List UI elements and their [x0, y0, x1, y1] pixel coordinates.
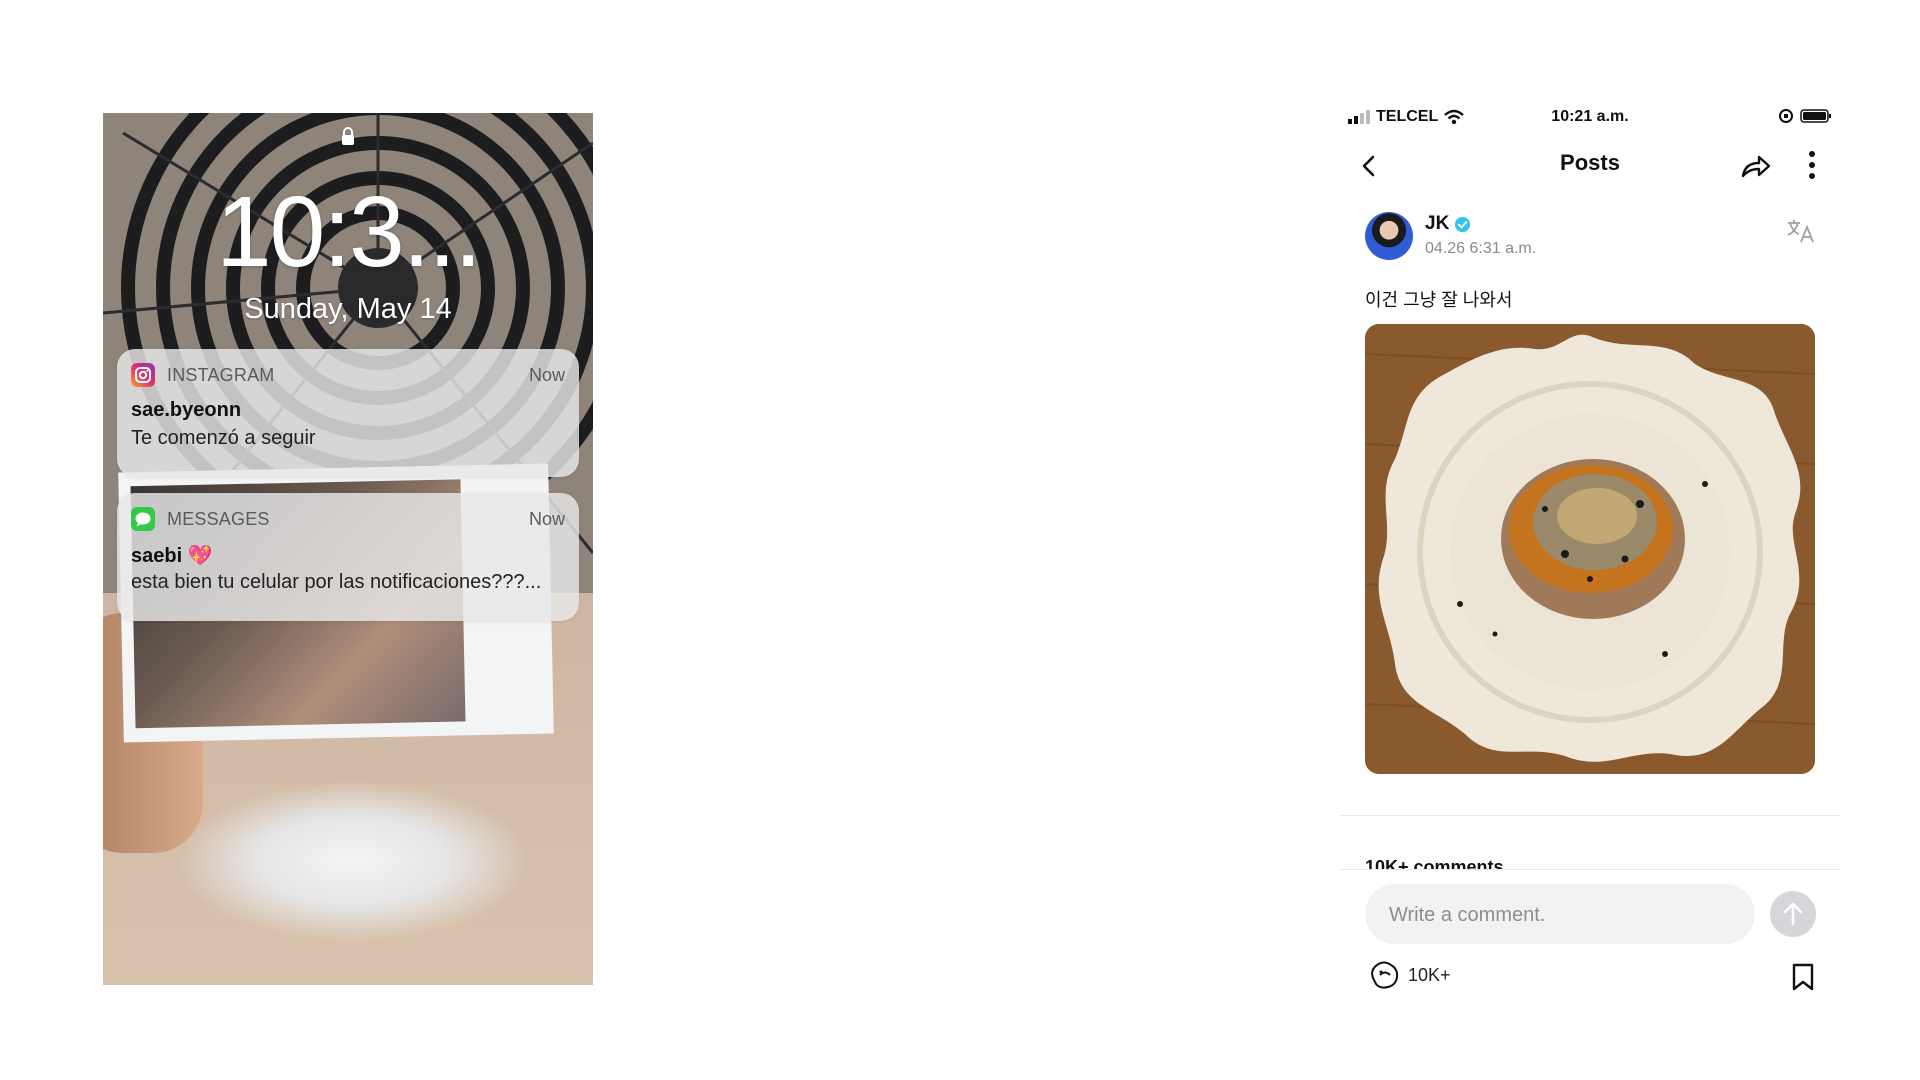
avatar[interactable] — [1365, 212, 1413, 260]
nav-bar: Posts — [1340, 146, 1840, 186]
status-right — [1778, 108, 1832, 124]
notification-time: Now — [528, 509, 565, 529]
notification-body: esta bien tu celular por las notificacio… — [131, 571, 542, 593]
comments-count[interactable]: 10K+ comments — [1365, 857, 1504, 869]
send-button[interactable] — [1770, 891, 1816, 937]
instagram-icon — [131, 363, 155, 387]
status-time: 10:21 a.m. — [1551, 108, 1629, 125]
notification-title: saebi 💖 — [131, 545, 213, 567]
divider — [1340, 869, 1840, 870]
author-name: JK — [1425, 213, 1450, 234]
comment-input[interactable] — [1387, 884, 1741, 946]
more-options-icon[interactable] — [1806, 150, 1818, 180]
post-screen: TELCEL 10:21 a.m. Posts JK 04.26 6:31 a.… — [1340, 100, 1840, 1000]
notification-app-name: INSTAGRAM — [167, 364, 275, 385]
bookmark-icon[interactable] — [1790, 962, 1816, 992]
verified-badge-icon — [1455, 216, 1471, 232]
translate-icon[interactable] — [1786, 218, 1816, 244]
reaction-button[interactable]: 10K+ — [1368, 960, 1451, 990]
divider — [1340, 815, 1840, 816]
notification-body: Te comenzó a seguir — [131, 427, 316, 449]
reaction-count: 10K+ — [1408, 964, 1451, 985]
notification-time: Now — [528, 365, 565, 385]
post-image[interactable] — [1365, 324, 1815, 774]
lock-screen: 10:3... Sunday, May 14 INSTAGRAM Now sae… — [103, 113, 593, 985]
status-bar: TELCEL 10:21 a.m. — [1348, 108, 1832, 128]
arrow-up-icon — [1783, 902, 1803, 926]
share-icon[interactable] — [1740, 152, 1772, 180]
lock-time: 10:3... — [216, 176, 482, 288]
notification-title: sae.byeonn — [131, 399, 242, 421]
battery-icon — [1800, 109, 1831, 123]
lock-icon — [342, 127, 354, 145]
reaction-icon — [1371, 961, 1399, 989]
orientation-lock-icon — [1779, 109, 1793, 123]
messages-icon — [131, 507, 155, 531]
noodle-plate-image — [1365, 324, 1815, 774]
author-row[interactable]: JK — [1425, 213, 1471, 235]
lock-date: Sunday, May 14 — [244, 293, 452, 325]
notification-instagram[interactable]: INSTAGRAM Now sae.byeonn Te comenzó a se… — [117, 349, 579, 477]
notification-app-row: INSTAGRAM — [131, 363, 274, 387]
comment-field-container — [1365, 884, 1755, 946]
notification-messages[interactable]: MESSAGES Now saebi 💖 esta bien tu celula… — [117, 493, 579, 621]
notification-app-row: MESSAGES — [131, 507, 270, 531]
post-caption: 이건 그냥 잘 나와서 — [1365, 290, 1513, 310]
notification-app-name: MESSAGES — [167, 508, 270, 529]
post-timestamp: 04.26 6:31 a.m. — [1425, 240, 1537, 257]
